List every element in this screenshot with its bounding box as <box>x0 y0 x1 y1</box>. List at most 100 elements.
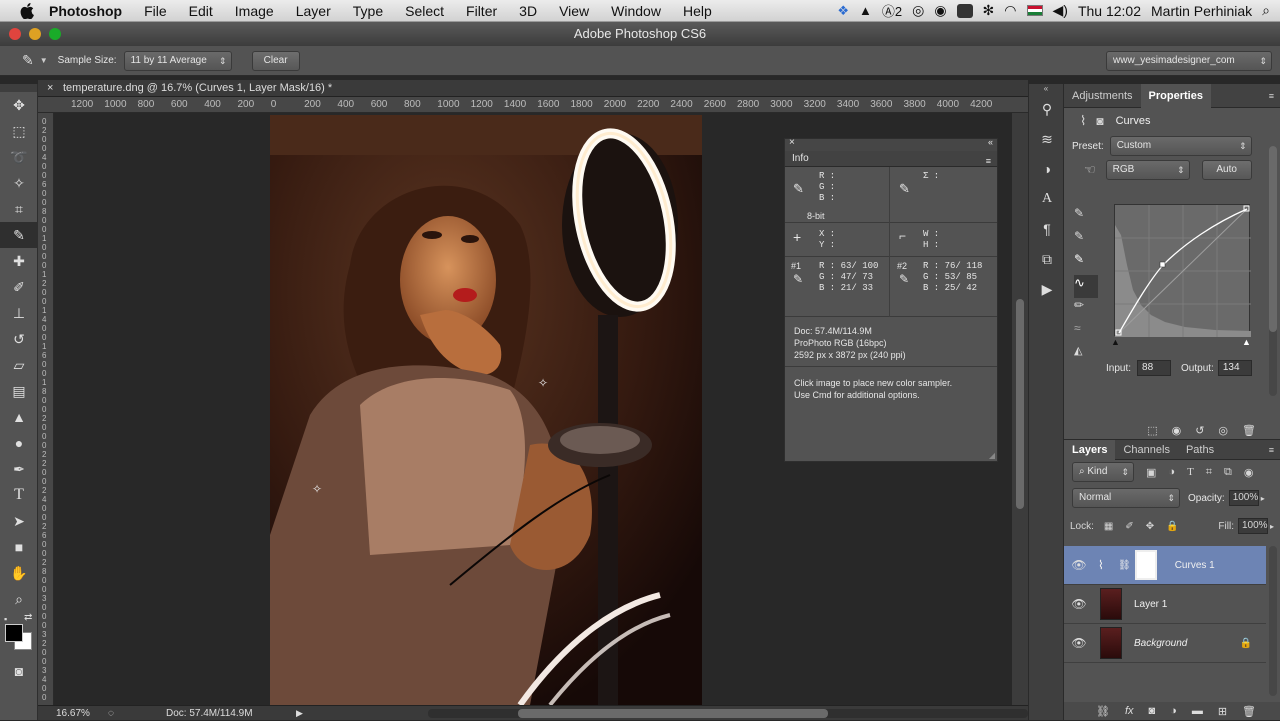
path-selection-tool-icon[interactable]: ➤ <box>0 508 38 534</box>
opacity-field[interactable]: 100% <box>1228 490 1259 506</box>
brush-presets-panel-icon[interactable]: ≋ <box>1029 124 1065 154</box>
zoom-window-button[interactable] <box>49 28 61 40</box>
zoom-tool-icon[interactable]: ⌕ <box>0 586 38 612</box>
dodge-tool-icon[interactable]: ● <box>0 430 38 456</box>
menu-view[interactable]: View <box>548 3 600 19</box>
menu-file[interactable]: File <box>133 3 178 19</box>
lock-all-icon[interactable]: 🔒 <box>1166 521 1178 532</box>
tab-channels[interactable]: Channels <box>1115 440 1177 460</box>
adobe-icon[interactable]: ▲ <box>859 3 872 18</box>
spotlight-icon[interactable]: ⌕ <box>1262 2 1270 19</box>
black-point-eyedropper-icon[interactable]: ✎ <box>1074 206 1098 229</box>
horizontal-scroll-thumb[interactable] <box>518 709 828 718</box>
menu-window[interactable]: Window <box>600 3 672 19</box>
eyedropper-preset-icon[interactable]: ✎ <box>22 52 34 69</box>
properties-menu-icon[interactable]: ≡ <box>1269 91 1274 101</box>
fill-slider-arrow-icon[interactable]: ▸ <box>1270 522 1274 531</box>
layer-row-background[interactable]: 👁 Background 🔒 <box>1064 624 1266 663</box>
view-previous-state-icon[interactable]: ◉ <box>1172 424 1182 437</box>
volume-icon[interactable]: ◀) <box>1053 2 1068 19</box>
vertical-scroll-thumb[interactable] <box>1016 299 1024 509</box>
filter-smart-object-icon[interactable]: ⧉ <box>1224 466 1232 479</box>
on-image-adjust-icon[interactable]: ☜ <box>1084 162 1096 178</box>
properties-scrollbar[interactable] <box>1269 146 1277 396</box>
layer-style-icon[interactable]: fx <box>1125 705 1134 717</box>
apple-icon[interactable] <box>16 0 38 22</box>
character-panel-icon[interactable]: A <box>1029 184 1065 214</box>
history-panel-icon[interactable]: ⚲ <box>1029 94 1065 124</box>
horizontal-ruler[interactable]: 1200 1000 800 600 400 200 0 200 400 600 800 1000 120… <box>38 97 1028 113</box>
lock-transparent-icon[interactable]: ▦ <box>1104 521 1113 532</box>
eraser-tool-icon[interactable]: ▱ <box>0 352 38 378</box>
dropbox-icon[interactable]: ❖ <box>837 3 849 19</box>
layers-scrollbar[interactable] <box>1269 546 1277 696</box>
layer-name[interactable]: Layer 1 <box>1134 599 1167 610</box>
filter-shape-icon[interactable]: ⌗ <box>1206 466 1212 479</box>
layer-filter-select[interactable]: ⌕ Kind <box>1072 462 1134 482</box>
wifi-icon[interactable]: ◠ <box>1004 2 1016 19</box>
horizontal-scrollbar[interactable] <box>428 709 1028 718</box>
record-icon[interactable]: ◉ <box>934 2 946 19</box>
display-icon[interactable] <box>956 3 973 18</box>
black-point-slider-icon[interactable]: ▲ <box>1111 337 1120 347</box>
crop-tool-icon[interactable]: ⌗ <box>0 196 38 222</box>
close-window-button[interactable] <box>9 28 21 40</box>
gray-point-eyedropper-icon[interactable]: ✎ <box>1074 229 1098 252</box>
tab-info[interactable]: Info <box>792 153 809 164</box>
menu-layer[interactable]: Layer <box>285 3 342 19</box>
type-tool-icon[interactable]: T <box>0 482 38 508</box>
layer-name[interactable]: Curves 1 <box>1175 560 1215 571</box>
marquee-tool-icon[interactable]: ⬚ <box>0 118 38 144</box>
document-tab[interactable]: × temperature.dng @ 16.7% (Curves 1, Lay… <box>38 80 1028 97</box>
info-resize-grip-icon[interactable]: ◢ <box>989 451 995 460</box>
menu-select[interactable]: Select <box>394 3 455 19</box>
menu-filter[interactable]: Filter <box>455 3 508 19</box>
strip-collapse-icon[interactable]: « <box>1029 84 1063 94</box>
actions-panel-icon[interactable]: ▶ <box>1029 274 1065 304</box>
zoom-level[interactable]: 16.67% <box>56 706 90 721</box>
properties-scroll-thumb[interactable] <box>1269 146 1277 332</box>
rectangle-tool-icon[interactable]: ■ <box>0 534 38 560</box>
menu-type[interactable]: Type <box>342 3 394 19</box>
curve-point-tool-icon[interactable]: ∿ <box>1074 275 1098 298</box>
quick-selection-tool-icon[interactable]: ✧ <box>0 170 38 196</box>
clone-source-panel-icon[interactable]: ⧉ <box>1029 244 1065 274</box>
vertical-ruler[interactable]: 0200400600800100012001400160018002000220… <box>38 113 54 705</box>
visibility-eye-icon[interactable]: 👁 <box>1064 558 1094 572</box>
brush-tool-icon[interactable]: ✐ <box>0 274 38 300</box>
tab-paths[interactable]: Paths <box>1178 440 1222 460</box>
smooth-curve-icon[interactable]: ≈ <box>1074 321 1098 344</box>
menu-photoshop[interactable]: Photoshop <box>38 3 133 19</box>
minimize-window-button[interactable] <box>29 28 41 40</box>
toggle-visibility-icon[interactable]: ◎ <box>1218 424 1228 437</box>
lock-image-icon[interactable]: ✐ <box>1125 521 1133 532</box>
layer-row-layer1[interactable]: 👁 Layer 1 <box>1064 585 1266 624</box>
status-menu-arrow-icon[interactable]: ▶ <box>296 706 303 721</box>
a2-badge-icon[interactable]: Ⓐ2 <box>882 1 902 20</box>
preset-select[interactable]: Custom <box>1109 136 1252 156</box>
filter-type-icon[interactable]: T <box>1187 466 1194 478</box>
flag-icon[interactable] <box>1026 5 1043 16</box>
info-panel-header[interactable]: × « <box>785 137 997 151</box>
reset-adjustment-icon[interactable]: ↺ <box>1195 424 1204 437</box>
document-image[interactable]: ✧ ✧ <box>270 115 702 705</box>
new-layer-icon[interactable]: ⊞ <box>1218 705 1227 718</box>
chain-link-icon[interactable]: ⛓ <box>1118 560 1131 571</box>
delete-layer-icon[interactable]: 🗑 <box>1242 705 1256 718</box>
info-close-icon[interactable]: × <box>789 137 795 148</box>
healing-brush-tool-icon[interactable]: ✚ <box>0 248 38 274</box>
info-collapse-icon[interactable]: « <box>988 137 993 147</box>
filter-toggle-icon[interactable]: ◉ <box>1244 466 1254 479</box>
foreground-color-swatch[interactable] <box>5 624 23 642</box>
visibility-eye-icon[interactable]: 👁 <box>1064 597 1094 611</box>
color-panel-icon[interactable]: ◑ <box>1029 154 1065 184</box>
user-name[interactable]: Martin Perhiniak <box>1151 3 1252 19</box>
tab-adjustments[interactable]: Adjustments <box>1064 84 1141 108</box>
input-field[interactable]: 88 <box>1137 360 1172 376</box>
paragraph-panel-icon[interactable]: ¶ <box>1029 214 1065 244</box>
new-adjustment-layer-icon[interactable]: ◑ <box>1170 705 1177 717</box>
fill-field[interactable]: 100% <box>1237 518 1268 534</box>
sync-icon[interactable]: ◎ <box>912 2 924 19</box>
layers-menu-icon[interactable]: ≡ <box>1269 445 1274 455</box>
quick-mask-icon[interactable]: ◙ <box>0 658 38 684</box>
